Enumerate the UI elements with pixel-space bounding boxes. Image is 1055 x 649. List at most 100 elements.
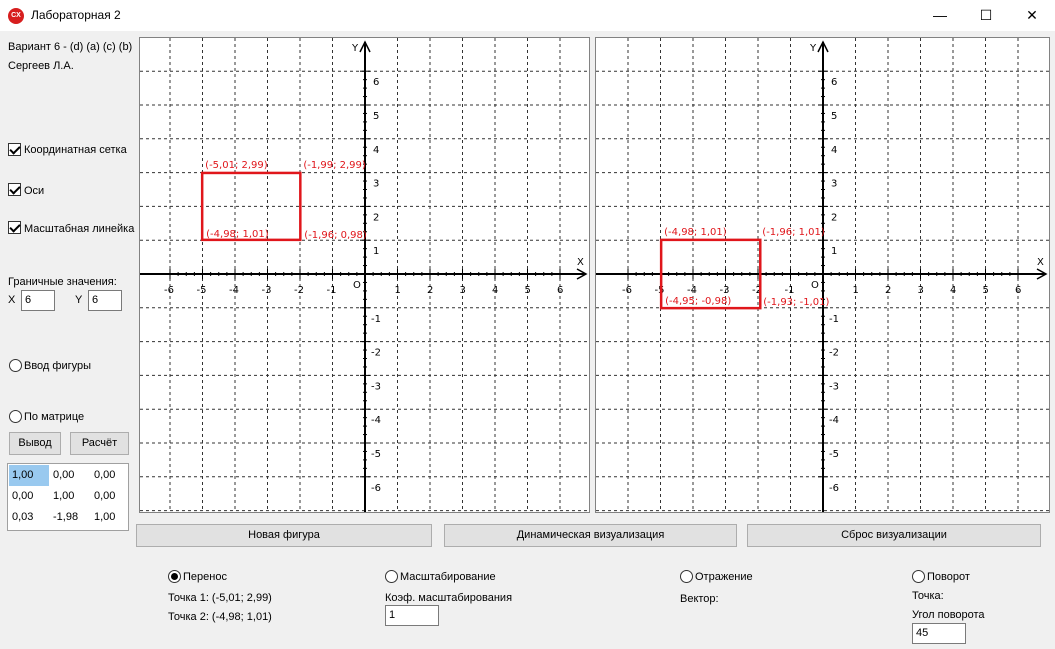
scale-coef-input[interactable]: 1 [385, 605, 439, 626]
reflect-radio[interactable] [680, 570, 693, 583]
matrix-cell[interactable]: 0,00 [9, 486, 49, 507]
vertex-label: (-4,98; 1,01) [664, 227, 727, 238]
y-tick-label: -3 [829, 381, 839, 392]
y-tick-label: -5 [371, 449, 381, 460]
translate-radio[interactable] [168, 570, 181, 583]
x-tick-label: -4 [687, 285, 697, 296]
close-button[interactable]: ✕ [1009, 0, 1055, 31]
matrix-table: 1,00 0,00 0,00 0,00 1,00 0,00 0,03 -1,98… [7, 463, 129, 531]
vertex-label: (-4,95; -0,98) [665, 296, 731, 307]
y-tick-label: 2 [373, 212, 379, 223]
x-tick-label: -4 [229, 285, 239, 296]
reset-visualization-button[interactable]: Сброс визуализации [747, 524, 1041, 547]
x-tick-label: 1 [395, 285, 401, 296]
input-figure-radio[interactable] [9, 359, 22, 372]
minimize-button[interactable]: — [917, 0, 963, 31]
scale-label[interactable]: Масштабирование [400, 571, 496, 583]
vertex-label: (-1,99; 2,99) [303, 160, 366, 171]
x-tick-label: -3 [262, 285, 272, 296]
x-tick-label: -2 [294, 285, 304, 296]
x-tick-label: -5 [655, 285, 665, 296]
y-tick-label: -4 [829, 415, 839, 426]
ruler-checkbox[interactable] [8, 221, 21, 234]
grid-checkbox[interactable] [8, 143, 21, 156]
matrix-label[interactable]: По матрице [24, 411, 84, 423]
y-tick-label: 6 [831, 77, 837, 88]
x-tick-label: 6 [1015, 285, 1021, 296]
app-icon: CX [8, 8, 24, 24]
matrix-cell[interactable]: 0,00 [91, 486, 131, 507]
matrix-cell[interactable]: 1,00 [91, 507, 131, 528]
x-tick-label: 2 [427, 285, 433, 296]
y-tick-label: -5 [829, 449, 839, 460]
x-limit-input[interactable]: 6 [21, 290, 55, 311]
rotate-radio[interactable] [912, 570, 925, 583]
y-tick-label: 1 [831, 246, 837, 257]
matrix-cell[interactable]: -1,98 [50, 507, 90, 528]
y-tick-label: -1 [371, 314, 381, 325]
x-tick-label: 5 [983, 285, 989, 296]
vertex-label: (-4,98; 1,01) [206, 229, 269, 240]
y-tick-label: 5 [831, 111, 837, 122]
x-tick-label: 4 [950, 285, 956, 296]
y-axis-label: Y [351, 43, 359, 54]
grid-checkbox-label[interactable]: Координатная сетка [24, 144, 127, 156]
y-tick-label: 3 [831, 179, 837, 190]
vertex-label: (-5,01; 2,99) [205, 160, 268, 171]
ruler-checkbox-label[interactable]: Масштабная линейка [24, 223, 134, 235]
matrix-radio[interactable] [9, 410, 22, 423]
input-figure-label[interactable]: Ввод фигуры [24, 360, 91, 372]
output-button[interactable]: Вывод [9, 432, 61, 455]
y-tick-label: -2 [371, 348, 381, 359]
x-tick-label: 3 [918, 285, 924, 296]
x-tick-label: -1 [785, 285, 795, 296]
translate-label[interactable]: Перенос [183, 571, 227, 583]
title-bar: CX Лабораторная 2 — ☐ ✕ [0, 0, 1055, 31]
source-plot: X Y O -6 -6 -5 -5 -4 -4 -3 -3 -2 -2 -1 -1 1 1 2 2 3 3 4 4 5 5 6 6 (… [140, 38, 589, 512]
x-limit-label: X [8, 294, 16, 306]
window-title: Лабораторная 2 [31, 8, 121, 22]
result-plot-panel[interactable]: X Y O -6 -6 -5 -5 -4 -4 -3 -3 -2 -2 -1 -1 1 1 2 2 3 3 4 4 5 5 6 6(… [595, 37, 1050, 513]
x-tick-label: 2 [885, 285, 891, 296]
y-limit-input[interactable]: 6 [88, 290, 122, 311]
matrix-cell[interactable]: 1,00 [50, 486, 90, 507]
vertex-label: (-1,96; 0,98) [304, 230, 367, 241]
vertex-label: (-1,96; 1,01) [762, 227, 825, 238]
matrix-cell[interactable]: 0,00 [50, 465, 90, 486]
reflect-label[interactable]: Отражение [695, 571, 753, 583]
x-axis-label: X [1037, 257, 1044, 268]
x-tick-label: 1 [853, 285, 859, 296]
x-tick-label: -1 [327, 285, 337, 296]
point1-label: Точка 1: (-5,01; 2,99) [168, 592, 272, 604]
variant-label: Вариант 6 - (d) (a) (c) (b) [8, 41, 133, 53]
y-tick-label: -2 [829, 348, 839, 359]
rotate-label[interactable]: Поворот [927, 571, 970, 583]
x-tick-label: -5 [197, 285, 207, 296]
scale-coef-label: Коэф. масштабирования [385, 592, 513, 604]
limits-label: Граничные значения: [8, 276, 117, 288]
rotate-angle-input[interactable]: 45 [912, 623, 966, 644]
axes-checkbox-label[interactable]: Оси [24, 185, 44, 197]
origin-label: O [811, 280, 819, 291]
maximize-button[interactable]: ☐ [963, 0, 1009, 31]
scale-radio[interactable] [385, 570, 398, 583]
result-plot: XYO-6-6-5-5-4-4-3-3-2-2-1-1112233445566(… [596, 38, 1049, 512]
calc-button[interactable]: Расчёт [70, 432, 129, 455]
y-tick-label: 5 [373, 111, 379, 122]
axes-checkbox[interactable] [8, 183, 21, 196]
x-axis-label: X [577, 257, 584, 268]
x-tick-label: 3 [460, 285, 466, 296]
rotate-point-label: Точка: [912, 590, 944, 602]
x-tick-label: -3 [720, 285, 730, 296]
new-figure-button[interactable]: Новая фигура [136, 524, 432, 547]
y-tick-label: -1 [829, 314, 839, 325]
matrix-cell[interactable]: 0,00 [91, 465, 131, 486]
x-tick-label: -6 [622, 285, 632, 296]
y-tick-label: 3 [373, 179, 379, 190]
y-tick-label: -4 [371, 415, 381, 426]
matrix-cell[interactable]: 1,00 [9, 465, 49, 486]
source-plot-panel[interactable]: X Y O -6 -6 -5 -5 -4 -4 -3 -3 -2 -2 -1 -1 1 1 2 2 3 3 4 4 5 5 6 6 (… [139, 37, 590, 513]
matrix-cell[interactable]: 0,03 [9, 507, 49, 528]
y-tick-label: 6 [373, 77, 379, 88]
dynamic-visualization-button[interactable]: Динамическая визуализация [444, 524, 737, 547]
